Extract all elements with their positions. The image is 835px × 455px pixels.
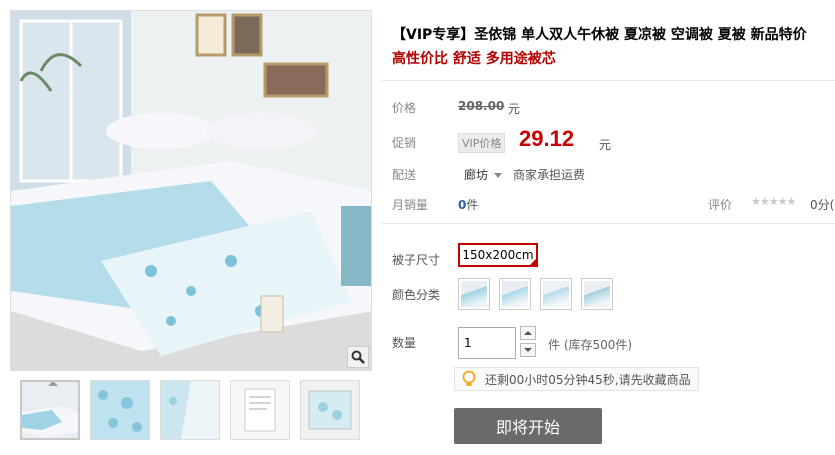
promo-label: 促销 (392, 136, 417, 150)
original-price: 208.00 (458, 99, 505, 113)
monthly-sales-value: 0件 (458, 196, 478, 213)
magnifier-icon (351, 350, 365, 364)
thumbnail-5[interactable] (300, 380, 360, 440)
price-box: 价格 208.00 元 促销 VIP价格 29.12 元 配送 廊坊 商家承担运… (382, 80, 835, 224)
star-rating-icon: ★★★★★ (751, 195, 796, 208)
thumbnail-3[interactable] (160, 380, 220, 440)
chevron-up-icon (524, 331, 532, 335)
thumbnail-4[interactable] (230, 380, 290, 440)
price-unit: 元 (508, 102, 521, 116)
stock-info: 件 (库存500件) (548, 338, 633, 352)
quantity-increment-button[interactable] (520, 326, 536, 340)
thumbnail-image-package (301, 381, 359, 439)
quantity-input[interactable] (458, 327, 516, 359)
delivery-location: 廊坊 (464, 168, 489, 182)
quantity-decrement-button[interactable] (520, 343, 536, 357)
rating-score: 0分( (810, 198, 835, 212)
buy-button[interactable]: 即将开始 (454, 408, 602, 444)
product-title: 【VIP专享】圣依锦 单人双人午休被 夏凉被 空调被 夏被 新品特价 (392, 27, 807, 43)
monthly-sales-label: 月销量 (392, 198, 429, 212)
size-option-text: 150x200cm (462, 248, 534, 262)
thumbnail-image-bedroom (22, 382, 78, 438)
size-option-150x200[interactable]: 150x200cm (458, 243, 538, 267)
product-gallery (10, 10, 372, 455)
color-option-4[interactable] (581, 278, 613, 310)
thumbnail-1[interactable] (20, 380, 80, 440)
thumbnail-image-closeup (161, 381, 219, 439)
color-option-3[interactable] (540, 278, 572, 310)
chevron-down-icon (494, 173, 503, 178)
main-product-image[interactable] (10, 10, 372, 371)
zoom-button[interactable] (347, 346, 369, 368)
thumbnail-image-label (231, 381, 289, 439)
vip-price-tag: VIP价格 (458, 133, 506, 153)
selected-check-icon (529, 258, 537, 266)
countdown-text: 还剩00小时05分钟45秒,请先收藏商品 (485, 372, 691, 387)
size-label: 被子尺寸 (392, 253, 441, 267)
bedroom-scene-image (11, 11, 371, 370)
buy-button-label: 即将开始 (495, 418, 560, 437)
monthly-sales-unit: 件 (466, 198, 479, 212)
rating-label: 评价 (708, 198, 733, 212)
color-label: 颜色分类 (392, 288, 441, 302)
thumbnail-image-pattern (91, 381, 149, 439)
color-option-1[interactable] (458, 278, 490, 310)
quantity-label: 数量 (392, 336, 417, 350)
product-subtitle: 高性价比 舒适 多用途被芯 (392, 51, 556, 67)
color-option-2[interactable] (499, 278, 531, 310)
chevron-down-icon (524, 348, 532, 352)
delivery-location-dropdown[interactable]: 廊坊 (464, 166, 503, 183)
lightbulb-icon (462, 370, 476, 386)
price-label: 价格 (392, 101, 417, 115)
delivery-label: 配送 (392, 168, 417, 182)
promo-unit: 元 (599, 138, 612, 152)
shipping-info: 商家承担运费 (513, 168, 586, 182)
thumbnail-strip (10, 380, 372, 455)
selected-arrow-icon (48, 382, 58, 386)
promo-price: 29.12 (519, 126, 575, 151)
countdown-notice: 还剩00小时05分钟45秒,请先收藏商品 (454, 367, 699, 391)
thumbnail-2[interactable] (90, 380, 150, 440)
